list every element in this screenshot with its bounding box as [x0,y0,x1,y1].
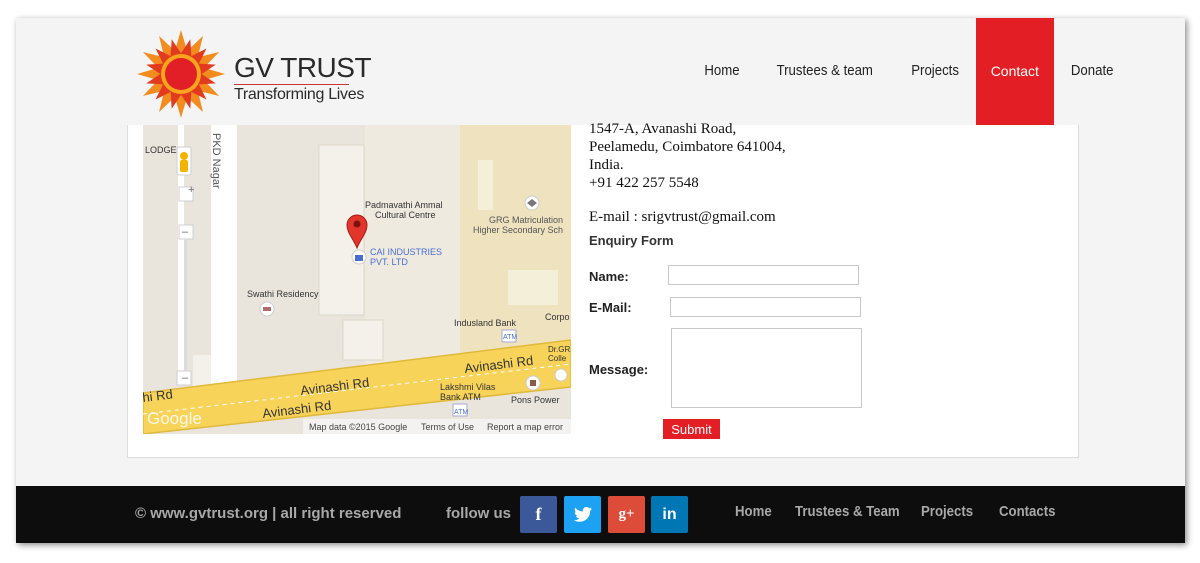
follow-us-label: follow us [446,505,511,522]
zoom-slider-marker: – [182,226,189,238]
map-label-pons: Pons Power [511,395,560,405]
address-line-1: 1547-A, Avanashi Road, [589,121,737,137]
zoom-in-label: + [188,184,194,196]
sun-logo-icon [137,30,225,118]
footer-nav-trustees-team[interactable]: Trustees & Team [795,503,900,520]
email-input[interactable] [670,297,861,317]
copyright-text: © www.gvtrust.org | all right reserved [135,505,402,522]
linkedin-icon[interactable]: in [651,496,688,533]
map-data-credit: Map data ©2015 Google [309,422,407,432]
logo-title: GV TRUST [234,52,372,83]
page-frame: GV TRUST Transforming Lives Home Trustee… [16,18,1185,543]
map-label-lakshmi-2: Bank ATM [440,392,481,402]
message-textarea[interactable] [671,328,862,408]
nav-donate[interactable]: Donate [1059,18,1126,125]
nav-projects[interactable]: Projects [898,18,970,125]
pegman-icon[interactable] [180,152,188,172]
phone-number: +91 422 257 5548 [589,175,699,191]
map-label-pkd-nagar: PKD Nagar [210,133,222,189]
nav-home[interactable]: Home [692,18,752,125]
twitter-icon[interactable] [564,496,601,533]
logo-tagline: Transforming Lives [234,86,365,103]
map-label-lodge: LODGE [145,145,177,155]
contact-email: E-mail : srigvtrust@gmail.com [589,209,776,225]
map-label-grg-2: Higher Secondary Sch [473,225,563,235]
map-label-drgr-1: Dr.GR [548,345,570,354]
address-block: 1547-A, Avanashi Road, Peelamedu, Coimba… [589,120,786,192]
address-line-3: India. [589,157,624,173]
enquiry-form-title: Enquiry Form [589,233,674,248]
map-label-padmavathi-2: Cultural Centre [375,210,436,220]
map-label-grg-1: GRG Matriculation [489,215,563,225]
site-header: GV TRUST Transforming Lives Home Trustee… [16,18,1185,125]
nav-trustees-team[interactable]: Trustees & team [764,18,885,125]
message-label: Message: [589,362,649,377]
footer-nav-contacts[interactable]: Contacts [999,503,1055,520]
map-label-padmavathi: Padmavathi Ammal [365,200,443,210]
name-input[interactable] [668,265,859,285]
footer-nav-projects[interactable]: Projects [921,503,973,520]
name-label: Name: [589,269,629,284]
zoom-out-label: – [182,372,189,384]
map-label-atm: ATM [503,334,517,341]
site-footer: © www.gvtrust.org | all right reserved f… [16,486,1185,543]
map-label-lakshmi-1: Lakshmi Vilas [440,382,496,392]
email-label: E-Mail: [589,300,632,315]
map-label-cai-1: CAI INDUSTRIES [370,247,442,257]
twitter-bird-icon [573,507,592,522]
facebook-icon[interactable]: f [520,496,557,533]
map-label-swathi: Swathi Residency [247,289,319,299]
map-label-corp: Corpo [545,312,570,322]
map-label-atm-2: ATM [454,409,468,416]
google-map[interactable]: LODGE PKD Nagar Padmavathi Ammal Cultura… [143,125,571,434]
map-label-drgr-2: Colle [548,354,567,363]
map-report-link[interactable]: Report a map error [487,422,563,432]
address-line-2: Peelamedu, Coimbatore 641004, [589,139,786,155]
map-terms-link[interactable]: Terms of Use [421,422,474,432]
map-canvas: LODGE PKD Nagar Padmavathi Ammal Cultura… [143,125,571,434]
google-plus-icon[interactable]: g+ [608,496,645,533]
map-label-cai-2: PVT. LTD [370,257,408,267]
submit-button[interactable]: Submit [663,419,720,439]
logo-divider [234,84,349,85]
footer-nav-home[interactable]: Home [735,503,772,520]
nav-contact[interactable]: Contact [975,18,1054,125]
google-logo: Google [147,409,202,428]
main-nav: Home Trustees & team Projects Contact Do… [688,18,1130,125]
contact-content: LODGE PKD Nagar Padmavathi Ammal Cultura… [127,121,1079,458]
logo[interactable]: GV TRUST Transforming Lives [134,28,372,120]
map-label-indusland: Indusland Bank [454,318,517,328]
